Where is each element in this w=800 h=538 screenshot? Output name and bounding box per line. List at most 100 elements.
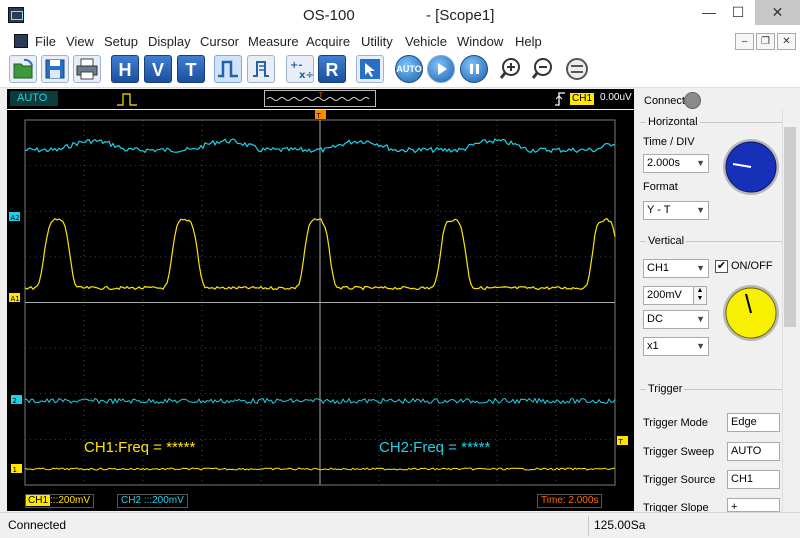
menu-setup[interactable]: Setup (104, 34, 138, 49)
menu-measure[interactable]: Measure (248, 34, 299, 49)
print-button[interactable] (73, 55, 101, 83)
mdi-restore-button[interactable]: ❐ (756, 33, 775, 50)
sample-rate-readout: 125.00Sa (594, 518, 646, 532)
volts-stepper[interactable]: ▲ ▼ (693, 286, 707, 305)
math-button[interactable]: +- x÷ (286, 55, 314, 83)
auto-button[interactable]: AUTO (395, 55, 423, 83)
channel-on-checkbox[interactable]: ✔ (715, 260, 728, 273)
trigger-title: Trigger (646, 383, 685, 395)
zoom-out-button[interactable] (529, 55, 557, 83)
trigger-button[interactable]: T (177, 55, 205, 83)
probe-select[interactable]: x1 ▼ (643, 337, 709, 356)
minimize-icon: — (702, 4, 716, 20)
app-icon[interactable] (8, 7, 24, 23)
connect-label: Connect (644, 95, 685, 107)
menu-cursor[interactable]: Cursor (200, 34, 239, 49)
menu-utility[interactable]: Utility (361, 34, 393, 49)
scrollbar-thumb[interactable] (784, 127, 796, 327)
scope-display[interactable]: T T A2 A1 2 1 CH1:Freq = ***** CH2:Freq = ***… (7, 110, 634, 511)
pause-button[interactable] (460, 55, 488, 83)
t-icon: T (185, 60, 197, 80)
horizontal-button[interactable]: H (111, 55, 139, 83)
svg-text:x÷: x÷ (299, 70, 313, 81)
waveform-button[interactable] (214, 55, 242, 83)
oscilloscope-window: OS-100 - [Scope1] — ☐ ✕ File View Setup … (0, 0, 800, 538)
trigger-mode-value: Edge (731, 416, 757, 428)
trigger-sweep-field[interactable]: AUTO (727, 442, 780, 461)
coupling-select[interactable]: DC ▼ (643, 310, 709, 329)
trigger-slope-field[interactable]: + (727, 498, 780, 513)
menu-help[interactable]: Help (515, 34, 542, 49)
ch1-frequency-readout: CH1:Freq = ***** (84, 439, 196, 456)
save-button[interactable] (41, 55, 69, 83)
math-icon: +-x÷ (290, 60, 314, 81)
ch2-ground-marker: 2 (13, 397, 17, 405)
trigger-source-label: Trigger Source (643, 474, 716, 486)
close-button[interactable]: ✕ (755, 0, 800, 25)
cursor-button[interactable] (356, 55, 384, 83)
trigger-level-readout: 0.00uV (600, 92, 632, 103)
cursor-icon (360, 59, 380, 79)
ch1-badge: CH1 (26, 495, 51, 506)
measure-button[interactable] (247, 55, 275, 83)
run-button[interactable] (427, 55, 455, 83)
menu-acquire[interactable]: Acquire (306, 34, 350, 49)
menu-vehicle[interactable]: Vehicle (405, 34, 447, 49)
trigger-position-marker: T (316, 112, 322, 120)
channel-select[interactable]: CH1 ▼ (643, 259, 709, 278)
format-label: Format (643, 181, 678, 193)
status-separator (588, 516, 589, 536)
minimize-icon: – (741, 36, 748, 47)
coupling-value: DC (647, 313, 663, 325)
scope-info-strip: AUTO T CH1 0.00uV (7, 89, 634, 109)
time-div-label: Time / DIV (643, 136, 695, 148)
time-div-select[interactable]: 2.000s ▼ (643, 154, 709, 173)
chevron-down-icon: ▼ (696, 205, 705, 215)
panel-scrollbar[interactable] (782, 110, 796, 512)
time-knob[interactable] (721, 137, 781, 197)
svg-text:T: T (318, 92, 323, 99)
app-title: OS-100 (303, 7, 355, 24)
volts-div-spinner[interactable]: 200mV (643, 286, 696, 305)
menu-file[interactable]: File (35, 34, 56, 49)
maximize-icon: ☐ (731, 4, 745, 20)
volts-value: 200mV (647, 289, 682, 301)
trigger-source-field[interactable]: CH1 (727, 470, 780, 489)
rising-edge-icon (555, 92, 565, 106)
open-button[interactable] (9, 55, 37, 83)
trigger-level-marker: T (618, 438, 624, 446)
menu-display[interactable]: Display (148, 34, 191, 49)
trigger-sweep-value: AUTO (731, 445, 762, 457)
menu-view[interactable]: View (66, 34, 94, 49)
chevron-down-icon: ▼ (696, 314, 705, 324)
toolbar: H V T +- x÷ R AUTO (0, 52, 800, 88)
open-icon (13, 58, 33, 79)
volts-knob[interactable] (721, 283, 781, 343)
auto-icon: AUTO (396, 64, 422, 74)
mdi-close-button[interactable]: ✕ (777, 33, 796, 50)
chevron-down-icon: ▼ (696, 158, 705, 168)
fit-button[interactable] (563, 55, 591, 83)
reference-button[interactable]: R (318, 55, 346, 83)
chevron-down-icon: ▼ (696, 341, 705, 351)
vertical-button[interactable]: V (144, 55, 172, 83)
chevron-up-icon: ▲ (696, 287, 704, 294)
trigger-mode-label: Trigger Mode (643, 417, 709, 429)
connection-status: Connected (8, 518, 67, 532)
v-icon: V (151, 60, 164, 80)
ch1-ground-marker: 1 (13, 466, 17, 474)
pulse-icon (218, 60, 238, 78)
fit-icon (566, 58, 588, 80)
ch2-frequency-readout: CH2:Freq = ***** (379, 439, 491, 456)
trigger-mode-field[interactable]: Edge (727, 413, 780, 432)
document-icon[interactable] (14, 34, 28, 48)
time-div-value: 2.000s (647, 157, 681, 169)
overview-window[interactable]: T (264, 90, 376, 107)
a1-marker: A1 (11, 295, 20, 303)
zoom-in-button[interactable] (498, 55, 526, 83)
format-select[interactable]: Y - T ▼ (643, 201, 709, 220)
connect-indicator[interactable] (684, 92, 701, 109)
measure-icon (253, 61, 269, 77)
menu-window[interactable]: Window (457, 34, 503, 49)
mdi-minimize-button[interactable]: – (735, 33, 754, 50)
